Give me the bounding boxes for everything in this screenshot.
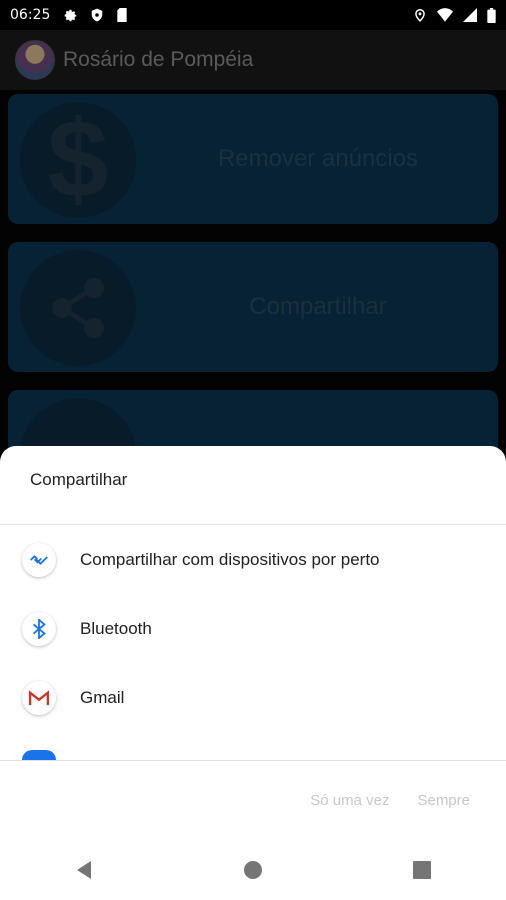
status-bar: 06:25: [0, 0, 506, 30]
share-option-bluetooth[interactable]: Bluetooth: [0, 595, 506, 663]
battery-icon: [487, 7, 496, 23]
status-time: 06:25: [10, 7, 51, 23]
share-sheet: Compartilhar Compartilhar com dispositiv…: [0, 446, 506, 900]
location-icon: [413, 7, 427, 23]
always-button[interactable]: Sempre: [417, 792, 470, 809]
wifi-icon: [437, 8, 453, 22]
just-once-button[interactable]: Só uma vez: [310, 792, 389, 809]
share-option-nearby[interactable]: Compartilhar com dispositivos por perto: [0, 526, 506, 594]
share-option-gmail[interactable]: Gmail: [0, 664, 506, 732]
nearby-share-icon: [22, 543, 56, 577]
share-option-label: Bluetooth: [80, 619, 152, 638]
bluetooth-icon: [22, 612, 56, 646]
shield-icon: [90, 8, 104, 22]
signal-icon: [463, 8, 477, 22]
recents-icon[interactable]: [392, 840, 452, 900]
gear-icon: [64, 8, 78, 22]
share-option-label: Gmail: [80, 688, 125, 707]
navigation-bar: [0, 840, 506, 900]
gmail-icon: [22, 681, 56, 715]
back-icon[interactable]: [54, 840, 114, 900]
share-sheet-title: Compartilhar: [30, 470, 128, 489]
app-icon-partial[interactable]: [22, 750, 56, 760]
divider: [0, 524, 506, 525]
home-icon[interactable]: [223, 840, 283, 900]
sim-card-icon: [116, 8, 128, 22]
divider: [0, 760, 506, 761]
share-option-label: Compartilhar com dispositivos por perto: [80, 550, 380, 569]
